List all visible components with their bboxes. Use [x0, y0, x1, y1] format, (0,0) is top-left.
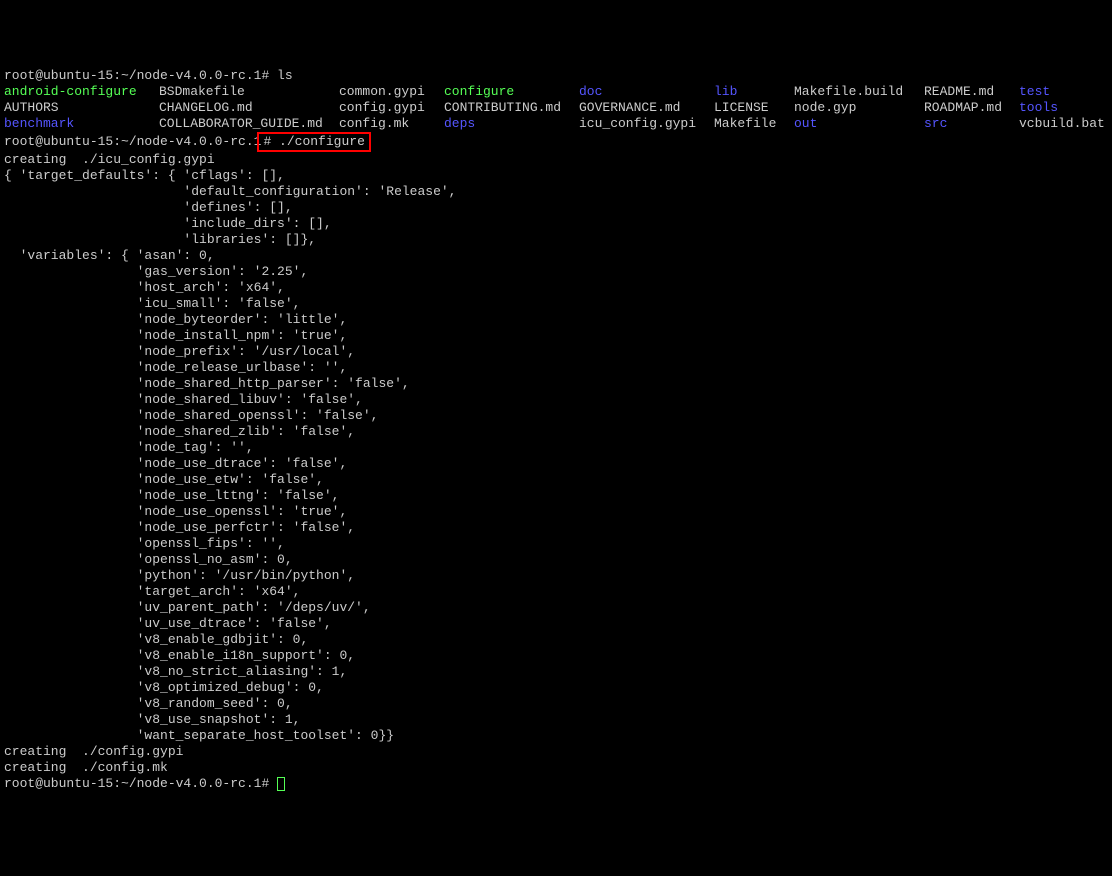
out-line: 'v8_enable_i18n_support': 0, [4, 648, 355, 663]
out-line: 'node_byteorder': 'little', [4, 312, 347, 327]
prompt-line-2: root@ubuntu-15:~/node-v4.0.0-rc.1# ./con… [4, 134, 371, 149]
prompt-line-1: root@ubuntu-15:~/node-v4.0.0-rc.1# ls [4, 68, 293, 83]
dir-doc: doc [579, 84, 602, 99]
file-governance: GOVERNANCE.md [579, 100, 680, 115]
out-line: 'uv_parent_path': '/deps/uv/', [4, 600, 371, 615]
dir-lib: lib [714, 84, 737, 99]
dir-test: test [1019, 84, 1050, 99]
file-android-configure: android-configure [4, 84, 137, 99]
file-vcbuild: vcbuild.bat [1019, 116, 1105, 131]
ls-command: ls [269, 68, 292, 83]
out-line: 'uv_use_dtrace': 'false', [4, 616, 332, 631]
out-line: 'node_release_urlbase': '', [4, 360, 347, 375]
out-line: creating ./config.mk [4, 760, 168, 775]
out-line: 'include_dirs': [], [4, 216, 332, 231]
file-makefile-build: Makefile.build [794, 84, 903, 99]
out-line: 'target_arch': 'x64', [4, 584, 300, 599]
file-contributing: CONTRIBUTING.md [444, 100, 561, 115]
file-common-gypi: common.gypi [339, 84, 425, 99]
dir-tools: tools [1019, 100, 1058, 115]
out-line: 'defines': [], [4, 200, 293, 215]
file-authors: AUTHORS [4, 100, 59, 115]
dir-benchmark: benchmark [4, 116, 74, 131]
file-icu-config-gypi: icu_config.gypi [579, 116, 696, 131]
out-line: 'node_use_perfctr': 'false', [4, 520, 355, 535]
file-configure: configure [444, 84, 514, 99]
out-line: 'want_separate_host_toolset': 0}} [4, 728, 394, 743]
out-line: 'node_shared_http_parser': 'false', [4, 376, 410, 391]
out-line: 'node_use_lttng': 'false', [4, 488, 339, 503]
file-node-gyp: node.gyp [794, 100, 856, 115]
out-line: { 'target_defaults': { 'cflags': [], [4, 168, 285, 183]
out-line: 'v8_random_seed': 0, [4, 696, 293, 711]
prompt-line-3[interactable]: root@ubuntu-15:~/node-v4.0.0-rc.1# [4, 776, 285, 791]
out-line: 'node_use_openssl': 'true', [4, 504, 347, 519]
file-makefile: Makefile [714, 116, 776, 131]
out-line: 'node_shared_zlib': 'false', [4, 424, 355, 439]
file-changelog: CHANGELOG.md [159, 100, 253, 115]
file-config-gypi: config.gypi [339, 100, 425, 115]
out-line: creating ./icu_config.gypi [4, 152, 215, 167]
terminal[interactable]: root@ubuntu-15:~/node-v4.0.0-rc.1# ls an… [4, 68, 1108, 792]
out-line: 'openssl_no_asm': 0, [4, 552, 293, 567]
out-line: 'node_prefix': '/usr/local', [4, 344, 355, 359]
out-line: 'v8_use_snapshot': 1, [4, 712, 300, 727]
cursor [277, 777, 285, 791]
file-bsdmakefile: BSDmakefile [159, 84, 245, 99]
file-license: LICENSE [714, 100, 769, 115]
out-line: 'libraries': []}, [4, 232, 316, 247]
ls-listing: android-configure AUTHORS benchmark BSDma… [4, 84, 1108, 132]
file-readme: README.md [924, 84, 994, 99]
out-line: 'host_arch': 'x64', [4, 280, 285, 295]
out-line: 'default_configuration': 'Release', [4, 184, 456, 199]
out-line: 'node_shared_libuv': 'false', [4, 392, 363, 407]
out-line: 'node_use_etw': 'false', [4, 472, 324, 487]
highlighted-command: # ./configure [257, 132, 370, 152]
dir-src: src [924, 116, 947, 131]
out-line: 'node_install_npm': 'true', [4, 328, 347, 343]
out-line: 'node_use_dtrace': 'false', [4, 456, 347, 471]
out-line: 'python': '/usr/bin/python', [4, 568, 355, 583]
file-collaborator-guide: COLLABORATOR_GUIDE.md [159, 116, 323, 131]
dir-deps: deps [444, 116, 475, 131]
out-line: 'openssl_fips': '', [4, 536, 285, 551]
out-line: 'node_shared_openssl': 'false', [4, 408, 378, 423]
out-line: 'icu_small': 'false', [4, 296, 300, 311]
out-line: 'gas_version': '2.25', [4, 264, 308, 279]
out-line: 'v8_optimized_debug': 0, [4, 680, 324, 695]
out-line: creating ./config.gypi [4, 744, 183, 759]
out-line: 'v8_enable_gdbjit': 0, [4, 632, 308, 647]
out-line: 'variables': { 'asan': 0, [4, 248, 215, 263]
file-roadmap: ROADMAP.md [924, 100, 1002, 115]
out-line: 'v8_no_strict_aliasing': 1, [4, 664, 347, 679]
out-line: 'node_tag': '', [4, 440, 254, 455]
file-config-mk: config.mk [339, 116, 409, 131]
dir-out: out [794, 116, 817, 131]
